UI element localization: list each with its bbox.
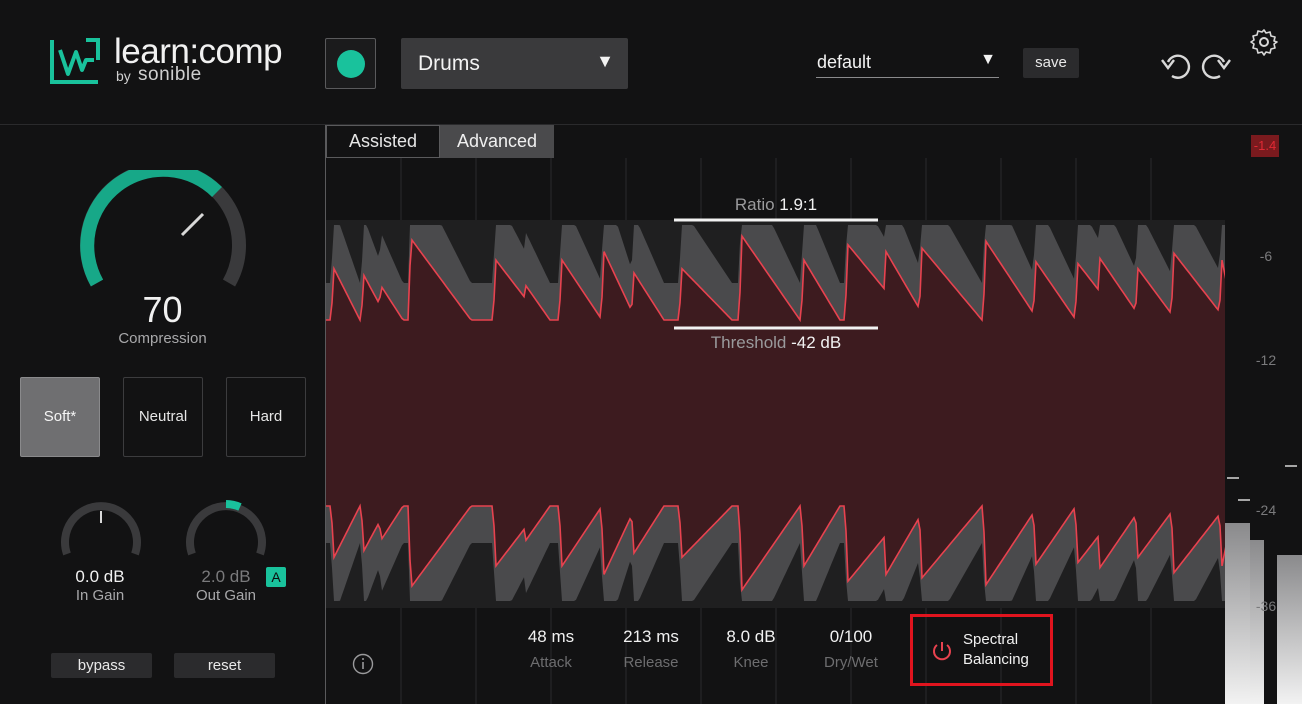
power-indicator-icon — [337, 50, 365, 78]
release-param[interactable]: 213 ms Release — [606, 627, 696, 671]
neutral-mode-button[interactable]: Neutral — [123, 377, 203, 457]
power-button[interactable] — [325, 38, 376, 89]
out-gain-label: Out Gain — [195, 587, 257, 604]
knee-label: Knee — [733, 654, 769, 671]
redo-icon[interactable] — [1198, 48, 1232, 82]
ratio-label: Ratio — [734, 195, 775, 214]
save-button[interactable]: save — [1023, 48, 1079, 78]
main-view: Assisted Advanced Ratio 1.9:1 Threshold … — [325, 125, 1226, 704]
hard-mode-button[interactable]: Hard — [226, 377, 306, 457]
chevron-down-icon: ▼ — [980, 51, 996, 68]
meter-tick: -6 — [1259, 248, 1273, 264]
logo-by: by — [116, 68, 131, 84]
profile-value: Drums — [418, 52, 480, 75]
reset-button[interactable]: reset — [174, 653, 275, 678]
header: learn:comp by sonible Drums ▼ default ▼ … — [0, 0, 1302, 125]
knee-value: 8.0 dB — [726, 627, 776, 646]
preset-value: default — [817, 52, 872, 72]
bypass-button[interactable]: bypass — [51, 653, 152, 678]
ratio-readout[interactable]: Ratio 1.9:1 — [674, 195, 878, 215]
tab-assisted[interactable]: Assisted — [326, 125, 440, 158]
in-gain-value: 0.0 dB — [75, 567, 125, 586]
left-panel: 70 Compression Soft* Neutral Hard 0.0 dB… — [0, 126, 325, 704]
spectral-balancing-label: Spectral Balancing — [963, 631, 1029, 668]
logo-brand: sonible — [138, 64, 202, 85]
knee-param[interactable]: 8.0 dB Knee — [706, 627, 796, 671]
output-meter: -1.4 -6 -12 -24 -36 — [1225, 125, 1302, 704]
release-label: Release — [623, 654, 679, 671]
dry-wet-value: 0/100 — [829, 627, 873, 646]
profile-select[interactable]: Drums ▼ — [401, 38, 628, 89]
gear-icon[interactable] — [1250, 28, 1278, 56]
attack-param[interactable]: 48 ms Attack — [506, 627, 596, 671]
ratio-value: 1.9:1 — [779, 195, 818, 214]
peak-indicator[interactable]: -1.4 — [1251, 135, 1279, 157]
attack-label: Attack — [530, 654, 572, 671]
in-gain-knob[interactable] — [58, 496, 144, 556]
soft-mode-button[interactable]: Soft* — [20, 377, 100, 457]
threshold-readout[interactable]: Threshold -42 dB — [674, 333, 878, 353]
release-value: 213 ms — [623, 627, 679, 646]
dry-wet-param[interactable]: 0/100 Dry/Wet — [806, 627, 896, 671]
auto-gain-toggle[interactable]: A — [266, 567, 286, 587]
attack-value: 48 ms — [527, 627, 575, 646]
dry-wet-label: Dry/Wet — [824, 654, 878, 671]
threshold-label: Threshold — [710, 333, 787, 352]
undo-icon[interactable] — [1160, 48, 1194, 82]
meter-tick: -36 — [1255, 598, 1277, 614]
power-icon — [933, 642, 951, 661]
compression-label: Compression — [118, 330, 207, 347]
logo-icon — [50, 38, 100, 84]
threshold-value: -42 dB — [791, 333, 842, 352]
info-icon[interactable] — [352, 653, 374, 675]
preset-select[interactable]: default ▼ — [816, 48, 999, 78]
tab-advanced[interactable]: Advanced — [440, 125, 554, 158]
chevron-down-icon: ▼ — [596, 51, 614, 71]
compression-value: 70 — [142, 289, 183, 330]
meter-tick: -24 — [1255, 502, 1277, 518]
meter-graphic — [1225, 465, 1302, 704]
meter-tick: -12 — [1255, 352, 1277, 368]
out-gain-knob[interactable] — [183, 496, 269, 556]
spectral-balancing-button[interactable]: Spectral Balancing — [910, 614, 1053, 686]
in-gain-label: In Gain — [75, 587, 125, 604]
